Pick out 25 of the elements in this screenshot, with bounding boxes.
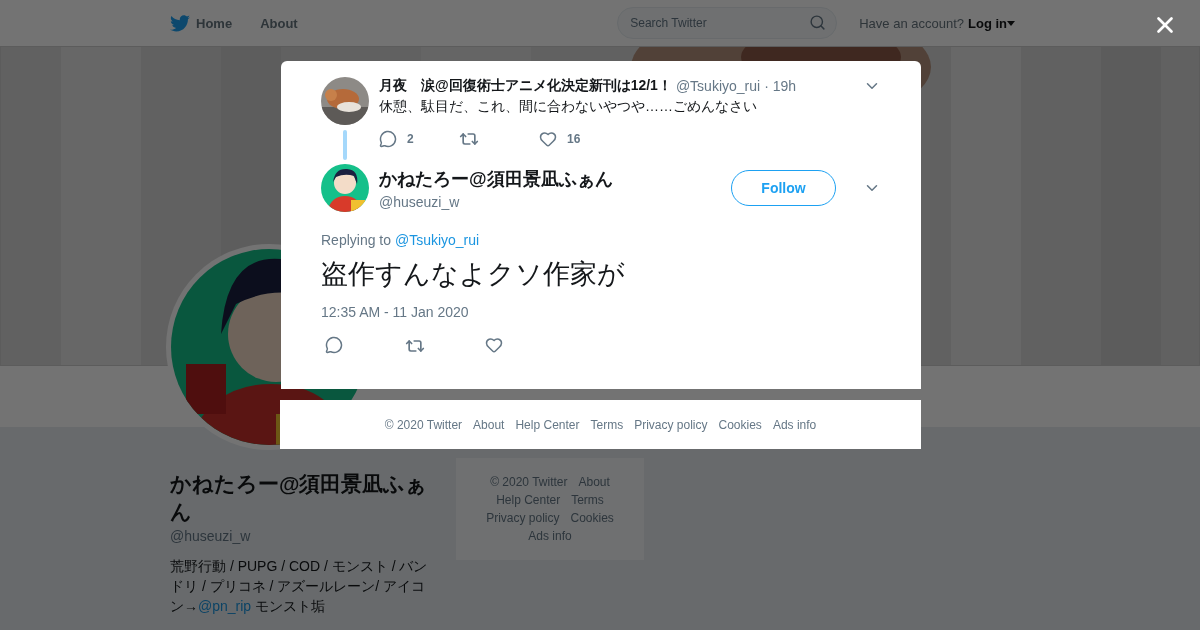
footer-link[interactable]: Cookies — [570, 510, 614, 526]
search-icon[interactable] — [809, 14, 827, 31]
footer-link[interactable]: Terms — [590, 417, 624, 432]
account-prompt: Have an account? — [859, 15, 964, 31]
profile-handle: @huseuzi_w — [170, 528, 252, 544]
nav-link[interactable]: About — [260, 15, 298, 31]
footer-link[interactable]: Help Center — [496, 492, 561, 508]
footer-link[interactable]: Help Center — [515, 417, 580, 432]
footer-link[interactable]: Ads info — [772, 417, 817, 432]
search-field[interactable]: Search Twitter — [617, 7, 838, 39]
footer-link[interactable]: Privacy policy — [634, 417, 708, 432]
profile-name: かねたろー@須田景凪ふぁん — [170, 471, 429, 525]
footer-link[interactable]: About — [578, 474, 610, 490]
footer-link[interactable]: About — [473, 417, 505, 432]
footer-link[interactable]: Terms — [571, 492, 604, 508]
footer-link[interactable]: Ads info — [528, 528, 572, 544]
caret-icon — [1007, 20, 1015, 26]
footer-link[interactable]: © 2020 Twitter — [490, 474, 568, 490]
footer-link[interactable]: Privacy policy — [486, 510, 560, 526]
login-link[interactable]: Log in — [968, 15, 1015, 31]
footer-link[interactable]: © 2020 Twitter — [384, 417, 463, 432]
nav-link[interactable]: Home — [170, 14, 233, 32]
profile-bio: 荒野行動 / PUPG / COD / モンスト / バンドリ / プリコネ / アズールレーン/ アイコン→@pn_rip モンスト垢 — [170, 557, 429, 616]
footer-link[interactable]: Cookies — [718, 417, 762, 432]
bird-logo-icon — [170, 14, 190, 32]
